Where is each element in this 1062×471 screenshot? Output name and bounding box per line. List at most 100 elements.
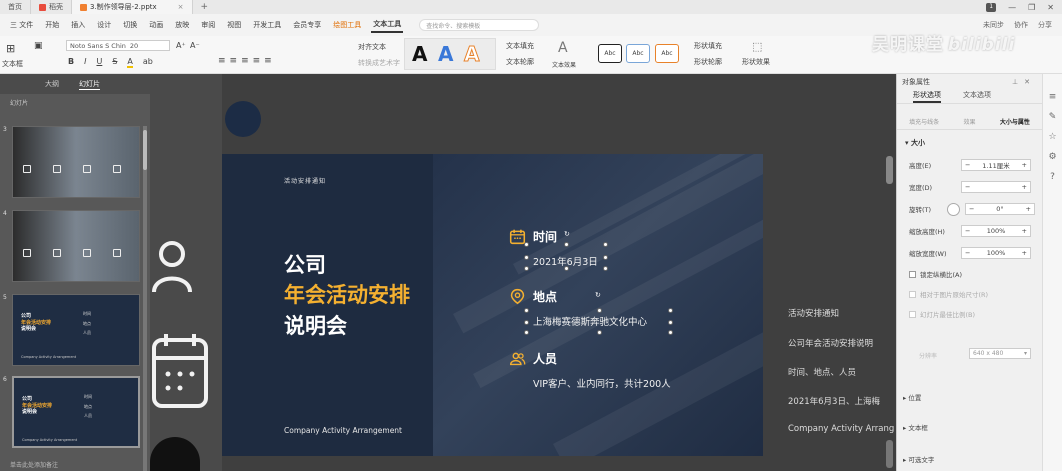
resize-handle[interactable] [597,308,602,313]
section-position[interactable]: ▸ 位置 [903,392,921,402]
resize-handle[interactable] [564,242,569,247]
canvas-vscroll-bottom[interactable] [886,440,893,468]
resize-handle[interactable] [603,266,608,271]
menu-text-tools[interactable]: 文本工具 [371,17,404,33]
best-scale-checkbox[interactable]: 幻灯片最佳比例(B) [897,304,1042,324]
rotation-knob[interactable] [947,202,960,216]
increase-font-icon[interactable]: A⁺ [176,41,186,50]
height-spinner[interactable]: −1.11厘米 + [961,159,1031,171]
highlight-button[interactable]: ab [143,57,153,68]
tab-slides[interactable]: 幻灯片 [79,79,100,90]
shape-style-1[interactable]: Abc [598,44,622,63]
new-tab-button[interactable]: + [193,2,217,12]
collaborate-button[interactable]: 协作 [1014,20,1028,30]
slide-title[interactable]: 公司 年会活动安排 说明会 [284,250,410,341]
command-search-input[interactable]: 查找命令、搜索模板 [419,19,540,31]
info-people[interactable]: 人员 VIP客户、业内同行，共计200人 [509,350,671,390]
resize-handle[interactable] [564,266,569,271]
shape-style-2[interactable]: Abc [626,44,650,63]
shape-style-3[interactable]: Abc [655,44,679,63]
resize-handle[interactable] [668,308,673,313]
minimize-button[interactable]: — [1008,3,1016,12]
menu-home[interactable]: 开始 [43,18,61,32]
subtab-fill-line[interactable]: 填充与线条 [909,117,939,126]
increment-icon[interactable]: + [1022,183,1027,191]
menu-developer[interactable]: 开发工具 [251,18,283,32]
star-icon[interactable]: ☆ [1048,132,1056,142]
menu-slideshow[interactable]: 放映 [173,18,191,32]
decrease-font-icon[interactable]: A⁻ [190,41,200,50]
resize-handle[interactable] [668,330,673,335]
text-box-button[interactable]: 文本框 [2,59,23,69]
canvas-vscroll-thumb[interactable] [886,156,893,184]
share-button[interactable]: 分享 [1038,20,1052,30]
resize-handle[interactable] [603,255,608,260]
decrement-icon[interactable]: − [965,183,970,191]
tab-text-options[interactable]: 文本选项 [963,90,991,103]
resize-handle[interactable] [524,242,529,247]
slide-thumbnail[interactable] [12,210,140,282]
decrement-icon[interactable]: − [965,161,970,169]
rotate-spinner[interactable]: −0° + [965,203,1035,215]
text-effect-icon[interactable]: A [558,40,568,56]
relative-size-checkbox[interactable]: 相对于图片原始尺寸(R) [897,284,1042,304]
strikethrough-button[interactable]: S [112,57,117,68]
increment-icon[interactable]: + [1022,161,1027,169]
tab-docer[interactable]: 稻壳 [31,0,72,14]
resize-handle[interactable] [668,320,673,325]
resize-handle[interactable] [524,266,529,271]
align-text-button[interactable]: 对齐文本 [358,42,386,52]
font-color-button[interactable]: A [127,57,133,68]
pane-controls-icon[interactable]: ⊥✕ [1012,78,1036,86]
lock-aspect-checkbox[interactable]: 锁定纵横比(A) [897,264,1042,284]
tab-document[interactable]: 3.制作领导层-2.pptx × [72,0,193,14]
slide-label-top[interactable]: 活动安排通知 [284,176,326,185]
people-value[interactable]: VIP客户、业内同行，共计200人 [533,376,671,390]
close-window-button[interactable]: ✕ [1047,3,1054,12]
font-name-select[interactable]: Noto Sans S Chin 20 [66,40,170,51]
paste-icon[interactable]: ▣ [34,41,43,51]
slide-thumbnail-selected[interactable]: 公司 年会活动安排 说明会 时间 地点 人员 Company Activity Arra… [12,376,140,448]
width-spinner[interactable]: − + [961,181,1031,193]
current-slide[interactable]: 活动安排通知 公司 年会活动安排 说明会 Company Activity Ar… [222,154,763,456]
resize-handle[interactable] [524,320,529,325]
tab-home[interactable]: 首页 [0,0,31,14]
menu-insert[interactable]: 插入 [69,18,87,32]
italic-button[interactable]: I [84,57,86,68]
scrollbar-thumb[interactable] [143,130,147,170]
section-textbox[interactable]: ▸ 文本框 [903,422,928,432]
shape-effect-button[interactable]: 形状效果 [742,57,770,67]
place-value[interactable]: 上海梅赛德斯奔驰文化中心 [533,314,647,328]
menu-view[interactable]: 视图 [225,18,243,32]
resize-handle[interactable] [603,242,608,247]
info-place[interactable]: 地点 上海梅赛德斯奔驰文化中心 [509,288,647,328]
rotate-handle[interactable]: ↻ [564,230,570,238]
underline-button[interactable]: U [96,57,102,68]
resize-handle[interactable] [524,255,529,260]
resize-handle[interactable] [524,308,529,313]
text-fill-button[interactable]: 文本填充 [506,41,534,51]
shape-outline-button[interactable]: 形状轮廓 [694,57,722,67]
text-box-icon[interactable]: ⊞ [6,42,15,55]
menu-file[interactable]: 三 文件 [8,18,35,32]
text-outline-button[interactable]: 文本轮廓 [506,57,534,67]
shape-effect-icon[interactable]: ⬚ [752,40,762,53]
menu-review[interactable]: 审阅 [199,18,217,32]
edit-icon[interactable]: ✎ [1049,112,1057,122]
resolution-select[interactable]: 640 x 480 ▾ [969,348,1031,359]
menu-transition[interactable]: 切换 [121,18,139,32]
slide-footer[interactable]: Company Activity Arrangement [284,426,402,435]
rotate-handle[interactable]: ↻ [595,291,601,299]
increment-icon[interactable]: + [1022,249,1027,257]
section-alt-text[interactable]: ▸ 可选文字 [903,454,934,464]
gear-icon[interactable]: ⚙ [1048,152,1056,162]
sync-status[interactable]: 未同步 [983,20,1004,30]
paragraph-align-icons[interactable]: ≡≡≡≡≡ [218,56,276,66]
menu-member[interactable]: 会员专享 [291,18,323,32]
subtab-effects[interactable]: 效果 [963,117,975,126]
decrement-icon[interactable]: − [965,227,970,235]
art-style-blue[interactable]: A [438,42,453,66]
resize-handle[interactable] [524,330,529,335]
resize-handle[interactable] [597,330,602,335]
bold-button[interactable]: B [68,57,74,68]
